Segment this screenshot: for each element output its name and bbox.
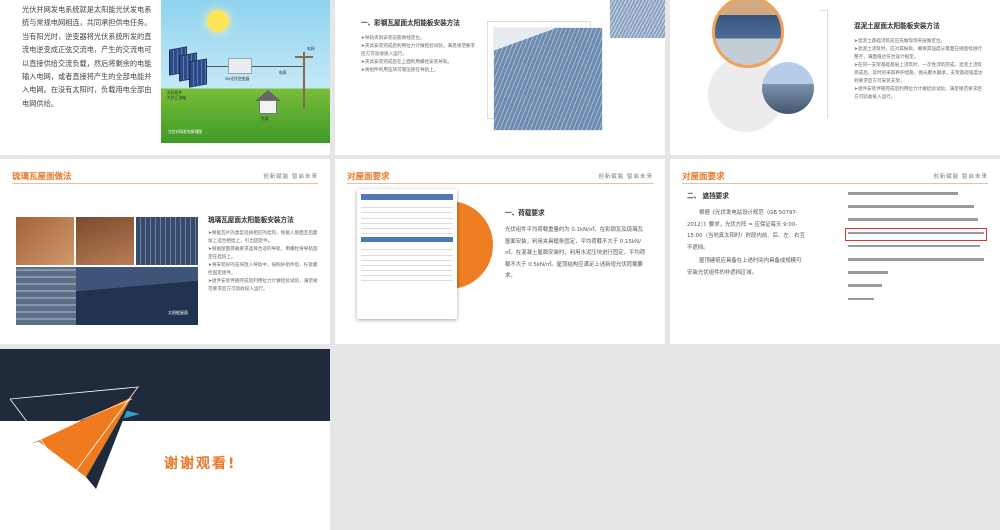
- header-divider: [347, 183, 653, 184]
- header-tagline: 创新赋能 智启未来: [933, 174, 988, 180]
- solar-panel-icon: [189, 58, 207, 88]
- header-divider: [12, 183, 318, 184]
- concrete-roof-photo: [712, 0, 784, 68]
- label-meter: 电表: [279, 70, 287, 75]
- list-item: ➤混泥土浇筑时，应对其振捣，确保其强度分量面在规图标进行整齐，满面值达符合设计规…: [854, 47, 982, 60]
- slide-thank-you[interactable]: 谢谢观看!: [0, 349, 330, 530]
- slide-concrete-roof-install[interactable]: 混泥土屋面太阳能板安装方法 ➤混泥土基础浇筑前应先做现场夹层做定位。 ➤混泥土浇…: [670, 0, 1000, 155]
- spec-header-bar: [361, 237, 453, 243]
- power-wire: [207, 66, 228, 67]
- list-item: ➤根据瓦片的类型选择相应的挂钩，根据入屋面瓦后面留上选合相挂上，引出固定件。: [208, 231, 318, 244]
- slide-steel-roof-install[interactable]: 一、彩钢瓦屋面太阳能板安装方法 ➤导轨夹具安装前底致线定位。 ➤夹具安装完成后利…: [335, 0, 665, 155]
- list-item: ➤混泥土基础浇筑前应先做现场夹层做定位。: [854, 39, 946, 44]
- photo-frame: [820, 10, 828, 118]
- house-icon: [259, 100, 277, 114]
- slide-grid-connected-intro[interactable]: 光伏并网发电系统就是太阳能光伏发电系统与常规电网相连，共同承担供电任务。当有阳光…: [0, 0, 330, 155]
- header-tagline: 创新赋能 智启未来: [263, 174, 318, 180]
- tile-roof-overview-photo: [16, 267, 198, 325]
- intro-paragraph: 光伏并网发电系统就是太阳能光伏发电系统与常规电网相连，共同承担供电任务。当有阳光…: [22, 5, 152, 108]
- highlight-box: [845, 228, 987, 241]
- list-item: ➤根据屋面荷载要求选择合适的导轨，用螺栓将导轨固定在挂钩上。: [208, 247, 318, 260]
- header-title: 琉璃瓦屋面做法: [12, 172, 72, 182]
- list-item: ➤夹具安装完成后利用拉力计做检验试验，满足规范要求后方可验收投入运行。: [361, 44, 476, 57]
- plane-body-orange: [38, 397, 132, 477]
- slide-header: 琉璃瓦屋面做法 创新赋能 智启未来: [12, 170, 318, 184]
- label-panel-sub: 光伏汇流箱: [167, 95, 186, 100]
- label-inverter: SN光伏逆变器: [225, 76, 250, 81]
- steel-roof-solar-photo: [493, 27, 603, 131]
- steel-roof-detail-photo: [610, 0, 665, 38]
- concrete-roof-photo-2: [762, 62, 814, 114]
- list-item: ➤组件安装伴随完成后利用拉力计做检验试验，满足规范要求后方可验收投入运行。: [208, 279, 318, 292]
- utility-pole-arm: [295, 56, 313, 58]
- slide-shading-requirements[interactable]: 对屋面要求 创新赋能 智启未来 二、 遮挡要求 根据《光伏发电站设计规范（GB …: [670, 159, 1000, 344]
- thank-you-title: 谢谢观看!: [164, 456, 237, 472]
- list-item: ➤将组件利用压块可靠压接在导轨上。: [361, 68, 439, 73]
- list-item: ➤在同一支架基础基层上浇筑时，一次性浇筑完成。混泥土浇筑完成后，及时的采取养护措…: [854, 63, 983, 84]
- tile-panel-photo: [136, 217, 198, 265]
- shading-requirement-text-2: 屋顶建筑应具备在上述时间内具备成规模可安装光伏组件的非遮挡区域。: [687, 258, 802, 276]
- tile-roof-photos: 太阳能屋面: [16, 217, 198, 325]
- standard-document-scan: [845, 192, 990, 311]
- label-load: 负载: [261, 116, 269, 121]
- diagram-caption: 光伏并网发电原理图: [168, 129, 203, 134]
- shading-requirement-text: 根据《光伏发电站设计规范（GB 50797-2012）》要求，光伏方阵 = 应保…: [687, 210, 805, 251]
- spec-sheet-image: [357, 189, 457, 319]
- slide-glazed-tile-roof[interactable]: 琉璃瓦屋面做法 创新赋能 智启未来 太阳能屋面 琉璃瓦屋面太阳能板安装方法 ➤根…: [0, 159, 330, 344]
- section-title: 一、荷载要求: [505, 209, 545, 217]
- header-title: 对屋面要求: [682, 172, 725, 182]
- section-title: 二、 遮挡要求: [687, 192, 729, 200]
- section-title: 一、彩钢瓦屋面太阳能板安装方法: [361, 19, 460, 27]
- tile-hook-photo: [16, 217, 74, 265]
- section-title: 琉璃瓦屋面太阳能板安装方法: [208, 216, 294, 224]
- list-item: ➤组件安装伴随完成后利用拉力计做检验试验，满足规范要求后方可验收投入运行。: [854, 87, 982, 100]
- photo-watermark: 太阳能屋面: [168, 310, 188, 315]
- install-steps-list: ➤导轨夹具安装前底致线定位。 ➤夹具安装完成后利用拉力计做检验试验，满足规范要求…: [361, 35, 479, 75]
- grid-connection-diagram: 光伏组件 光伏汇流箱 SN光伏逆变器 电表 电网 负载 光伏并网发电原理图: [161, 0, 330, 143]
- slide-load-requirements[interactable]: 对屋面要求 创新赋能 智启未来 一、荷载要求 光伏组件平均荷载重量约为 0.1k…: [335, 159, 665, 344]
- header-title: 对屋面要求: [347, 172, 390, 182]
- list-item: ➤导轨夹具安装前底致线定位。: [361, 36, 425, 41]
- tile-rail-photo: [76, 217, 134, 265]
- list-item: ➤将安装好的压块放入导轨中，按照好组件后，拧紧螺栓固定组件。: [208, 263, 318, 276]
- paper-plane-graphic: [9, 386, 140, 489]
- inverter-icon: [228, 58, 252, 74]
- slide-header: 对屋面要求 创新赋能 智启未来: [347, 170, 653, 184]
- utility-pole-icon: [303, 52, 305, 108]
- header-divider: [682, 183, 988, 184]
- power-wire: [252, 66, 303, 67]
- install-steps-list: ➤根据瓦片的类型选择相应的挂钩，根据入屋面瓦后面留上选合相挂上，引出固定件。 ➤…: [208, 230, 320, 294]
- slide-header: 对屋面要求 创新赋能 智启未来: [682, 170, 988, 184]
- load-requirement-text: 光伏组件平均荷载重量约为 0.1kN/㎡。在彩钢瓦及琉璃瓦屋面安装，利用夹具檩条…: [505, 227, 646, 280]
- list-item: ➤夹具安装完成后在上面利用螺栓安装导轨。: [361, 60, 453, 65]
- label-grid: 电网: [307, 46, 315, 51]
- sun-icon: [207, 10, 229, 32]
- header-tagline: 创新赋能 智启未来: [598, 174, 653, 180]
- install-steps-list: ➤混泥土基础浇筑前应先做现场夹层做定位。 ➤混泥土浇筑时，应对其振捣，确保其强度…: [854, 38, 984, 102]
- section-title: 混泥土屋面太阳能板安装方法: [854, 22, 940, 30]
- spec-header-bar: [361, 194, 453, 200]
